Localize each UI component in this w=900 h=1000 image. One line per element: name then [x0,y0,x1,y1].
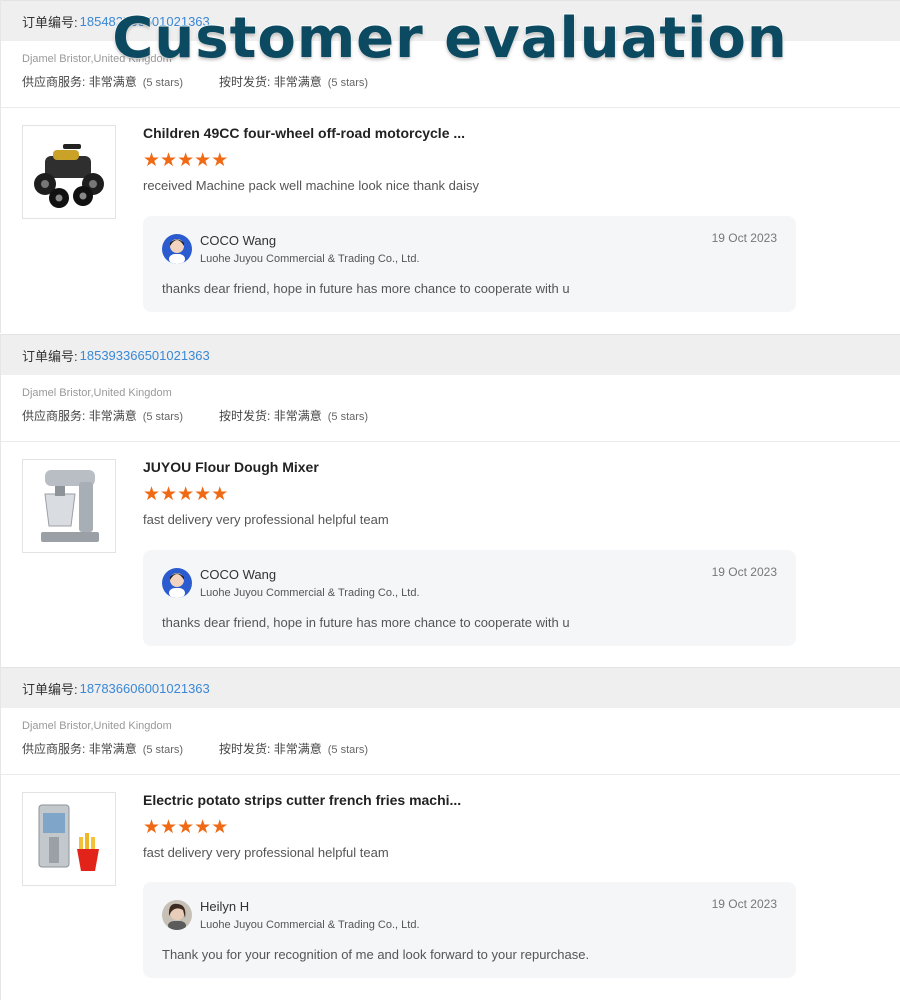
dough-mixer-product-image [41,470,99,542]
star-icon: ★ [177,817,195,838]
reply-author: Heilyn H [200,899,250,914]
reply-date: 19 Oct 2023 [711,231,777,245]
atv-product-image [34,144,104,208]
order-meta: Djamel Bristor,United Kingdom 供应商服务: 非常满… [1,708,900,775]
rating-stars: ★★★★★ [143,818,803,838]
supplier-service-stars: (5 stars) [142,411,184,423]
supplier-service-value: 非常满意 [88,742,137,756]
on-time-value: 非常满意 [273,409,322,423]
on-time-label: 按时发货: [219,742,271,756]
star-icon: ★ [211,817,229,838]
seller-reply: Heilyn H Luohe Juyou Commercial & Tradin… [143,882,796,978]
star-icon: ★ [194,484,212,505]
star-icon: ★ [143,484,161,505]
order-header: 订单编号: 185393366501021363 [1,334,900,375]
reply-date: 19 Oct 2023 [711,565,777,579]
order-meta: Djamel Bristor,United Kingdom 供应商服务: 非常满… [1,375,900,442]
fries-cutter-product-image [38,804,99,871]
star-icon: ★ [211,150,229,171]
review-text: fast delivery very professional helpful … [143,512,389,527]
on-time-stars: (5 stars) [327,744,369,756]
product-thumbnail[interactable] [22,125,116,219]
product-title[interactable]: Children 49CC four-wheel off-road motorc… [143,125,803,141]
order-number-link[interactable]: 187836606001021363 [80,681,210,696]
order-header: 订单编号: 187836606001021363 [1,667,900,708]
reply-author: COCO Wang [200,233,277,248]
product-title[interactable]: JUYOU Flour Dough Mixer [143,459,803,475]
on-time-stars: (5 stars) [327,411,369,423]
avatar [162,234,192,264]
supplier-service-stars: (5 stars) [142,744,184,756]
reply-company: Luohe Juyou Commercial & Trading Co., Lt… [200,587,420,599]
order-number-label: 订单编号: [22,348,78,364]
on-time-label: 按时发货: [219,75,271,89]
supplier-service-value: 非常满意 [88,75,137,89]
supplier-service-label: 供应商服务: [22,409,86,423]
on-time-label: 按时发货: [219,409,271,423]
star-icon: ★ [143,150,161,171]
buyer-name: Djamel Bristor,United Kingdom [22,387,172,399]
star-icon: ★ [177,150,195,171]
seller-reply: COCO Wang Luohe Juyou Commercial & Tradi… [143,550,796,646]
star-icon: ★ [160,817,178,838]
order-card: 订单编号: 187836606001021363 Djamel Bristor,… [0,667,900,1000]
review-content: Children 49CC four-wheel off-road motorc… [143,125,803,193]
on-time-stars: (5 stars) [327,77,369,89]
reply-company: Luohe Juyou Commercial & Trading Co., Lt… [200,919,420,931]
rating-stars: ★★★★★ [143,151,803,171]
star-icon: ★ [194,817,212,838]
supplier-service-value: 非常满意 [88,409,137,423]
avatar [162,568,192,598]
service-ratings: 供应商服务: 非常满意 (5 stars) 按时发货: 非常满意 (5 stars) [22,740,880,757]
star-icon: ★ [160,484,178,505]
reply-author: COCO Wang [200,567,277,582]
reply-text: thanks dear friend, hope in future has m… [162,281,570,296]
rating-stars: ★★★★★ [143,485,803,505]
order-card: 订单编号: 185393366501021363 Djamel Bristor,… [0,334,900,667]
star-icon: ★ [194,150,212,171]
seller-reply: COCO Wang Luohe Juyou Commercial & Tradi… [143,216,796,312]
reply-date: 19 Oct 2023 [711,897,777,911]
avatar [162,900,192,930]
star-icon: ★ [143,817,161,838]
review-content: JUYOU Flour Dough Mixer ★★★★★ fast deliv… [143,459,803,527]
on-time-value: 非常满意 [273,75,322,89]
review-text: received Machine pack well machine look … [143,178,480,193]
review-text: fast delivery very professional helpful … [143,845,389,860]
product-title[interactable]: Electric potato strips cutter french fri… [143,792,803,808]
reply-company: Luohe Juyou Commercial & Trading Co., Lt… [200,253,420,265]
review-content: Electric potato strips cutter french fri… [143,792,803,860]
service-ratings: 供应商服务: 非常满意 (5 stars) 按时发货: 非常满意 (5 stars) [22,407,880,424]
buyer-name: Djamel Bristor,United Kingdom [22,720,172,732]
order-number-label: 订单编号: [22,681,78,697]
service-ratings: 供应商服务: 非常满意 (5 stars) 按时发货: 非常满意 (5 stars) [22,73,880,90]
page-headline: Customer evaluation [111,5,788,72]
star-icon: ★ [160,150,178,171]
product-thumbnail[interactable] [22,459,116,553]
supplier-service-stars: (5 stars) [142,77,184,89]
star-icon: ★ [177,484,195,505]
on-time-value: 非常满意 [273,742,322,756]
supplier-service-label: 供应商服务: [22,75,86,89]
supplier-service-label: 供应商服务: [22,742,86,756]
reply-text: Thank you for your recognition of me and… [162,947,590,962]
order-number-link[interactable]: 185393366501021363 [80,348,210,363]
star-icon: ★ [211,484,229,505]
product-thumbnail[interactable] [22,792,116,886]
reply-text: thanks dear friend, hope in future has m… [162,615,570,630]
